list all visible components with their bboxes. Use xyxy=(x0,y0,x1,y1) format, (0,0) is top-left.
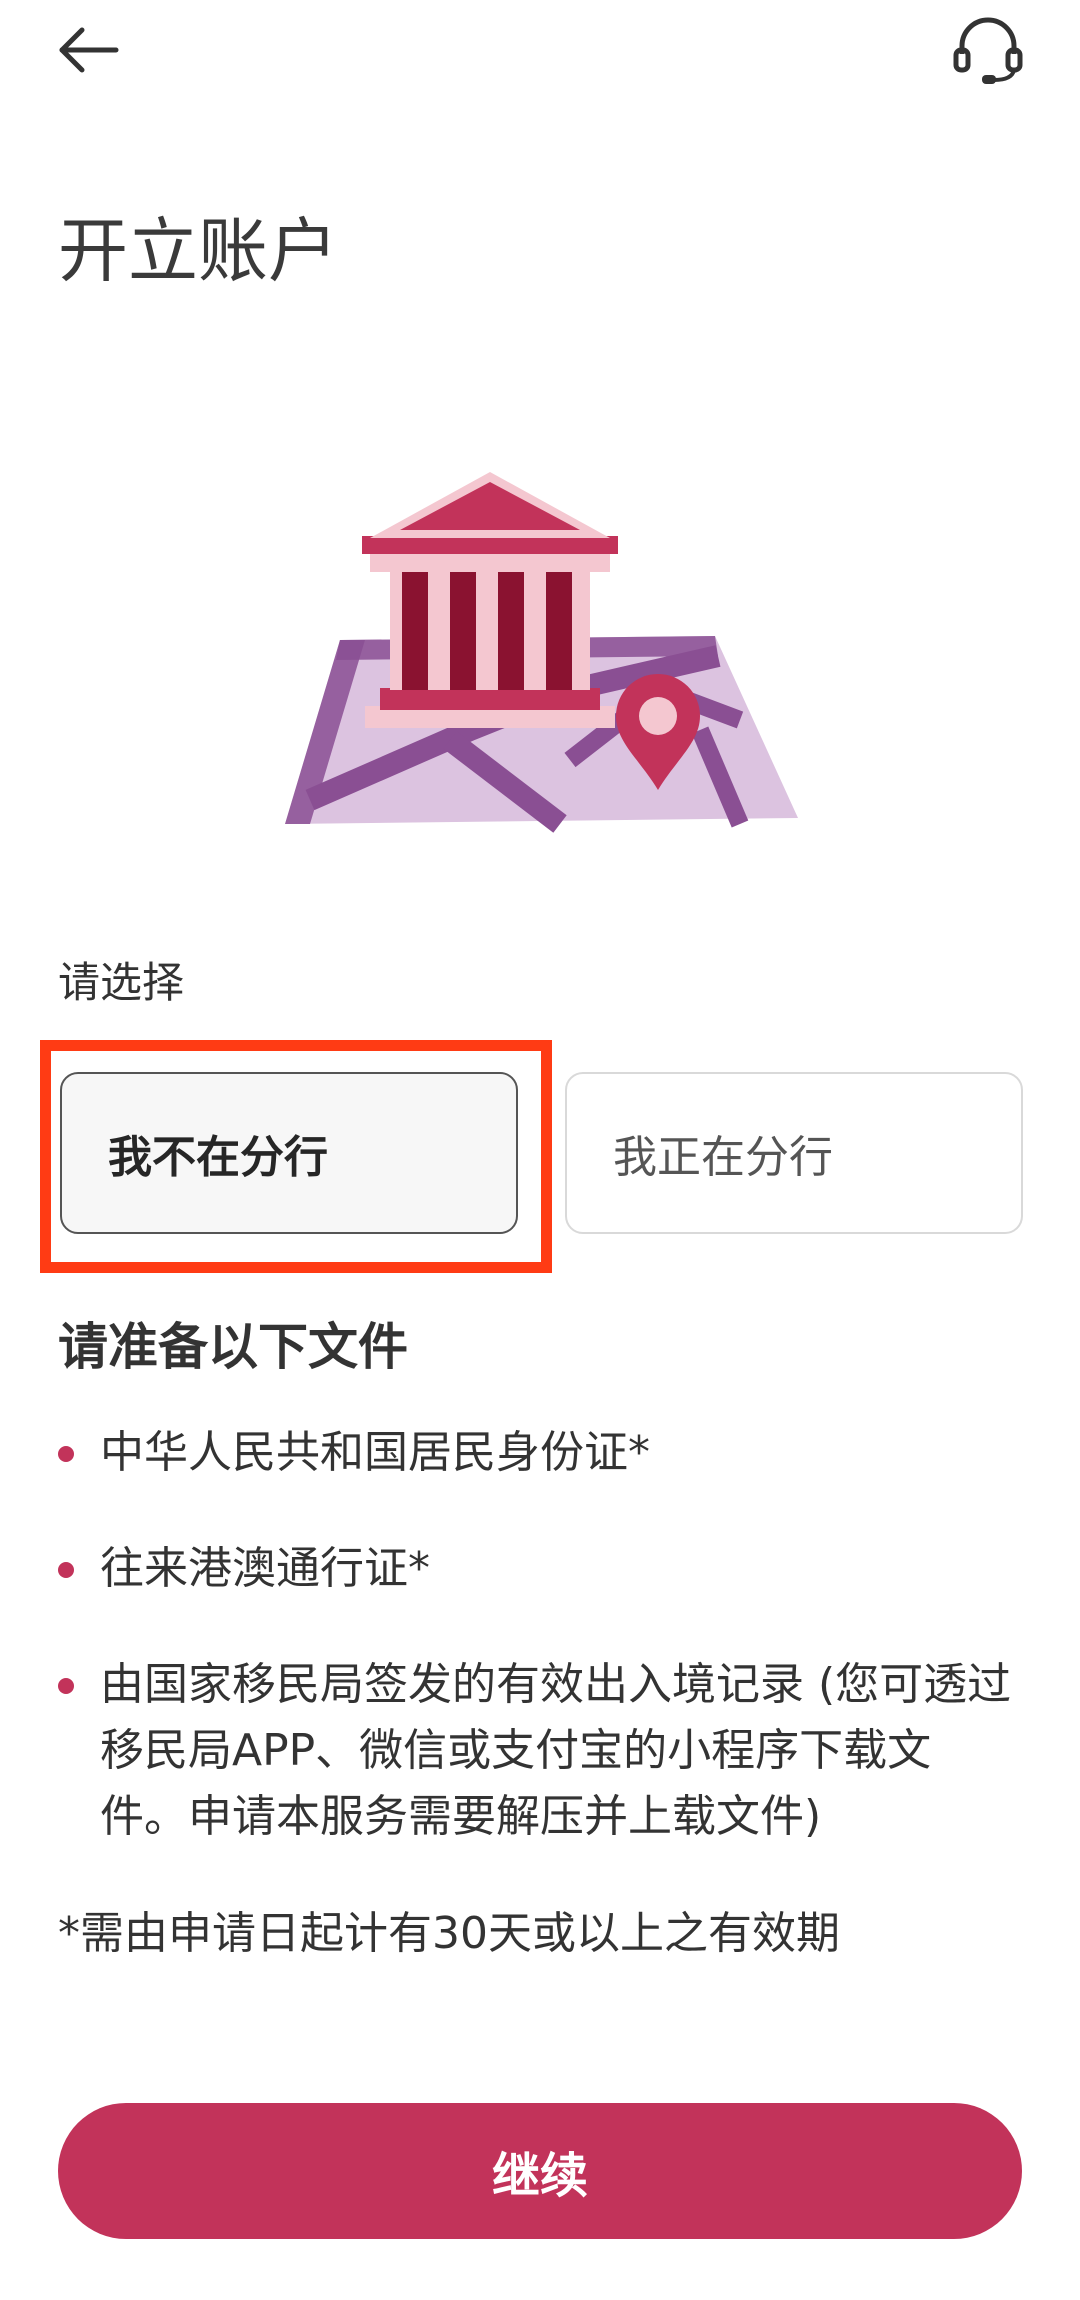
customer-support-button[interactable] xyxy=(948,16,1028,86)
arrow-left-icon xyxy=(59,27,119,73)
bank-illustration xyxy=(270,460,810,840)
top-bar xyxy=(0,0,1080,110)
headset-icon xyxy=(953,17,1023,84)
documents-heading: 请准备以下文件 xyxy=(58,1318,408,1376)
bullet-dot-icon xyxy=(58,1562,74,1578)
option-not-at-branch[interactable]: 我不在分行 xyxy=(60,1072,518,1234)
bank-map-pin-illustration xyxy=(285,472,798,833)
document-text: 中华人民共和国居民身份证* xyxy=(100,1427,650,1478)
document-text: 由国家移民局签发的有效出入境记录 (您可透过移民局APP、微信或支付宝的小程序下… xyxy=(100,1659,1012,1842)
back-button[interactable] xyxy=(50,18,130,82)
option-at-branch[interactable]: 我正在分行 xyxy=(565,1072,1023,1234)
document-text: 往来港澳通行证* xyxy=(100,1543,430,1594)
documents-list: 中华人民共和国居民身份证* 往来港澳通行证* 由国家移民局签发的有效出入境记录 … xyxy=(58,1420,1018,1900)
bullet-dot-icon xyxy=(58,1446,74,1462)
page-title: 开立账户 xyxy=(58,210,338,292)
validity-footnote: *需由申请日起计有30天或以上之有效期 xyxy=(58,1908,840,1959)
bullet-dot-icon xyxy=(58,1678,74,1694)
list-item: 中华人民共和国居民身份证* xyxy=(58,1420,1018,1486)
selection-label: 请选择 xyxy=(58,958,185,1007)
continue-button[interactable]: 继续 xyxy=(58,2103,1022,2239)
list-item: 由国家移民局签发的有效出入境记录 (您可透过移民局APP、微信或支付宝的小程序下… xyxy=(58,1652,1018,1850)
list-item: 往来港澳通行证* xyxy=(58,1536,1018,1602)
